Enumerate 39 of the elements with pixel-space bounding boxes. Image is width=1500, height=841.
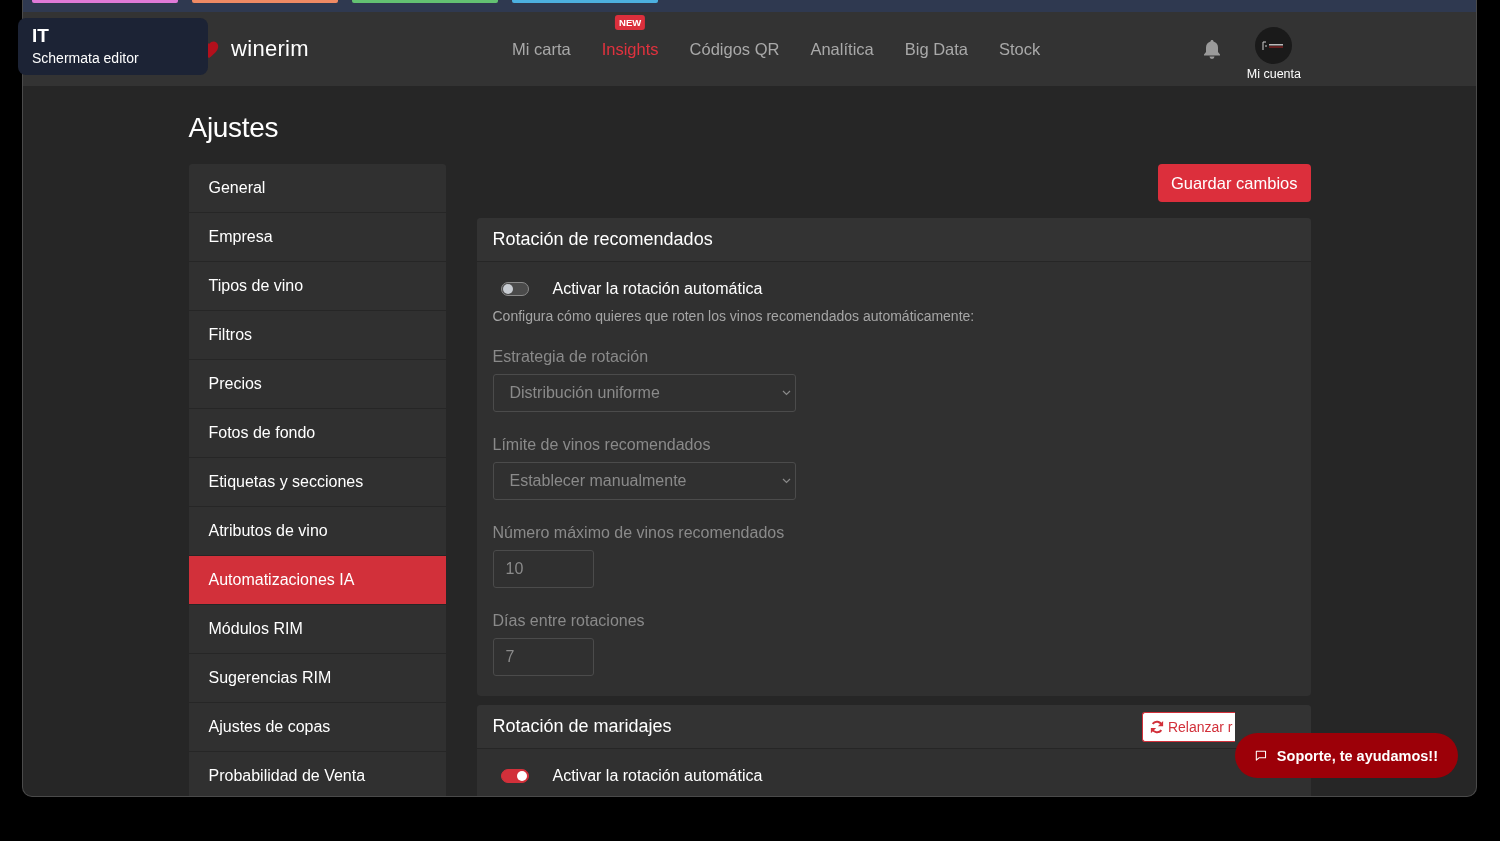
tooltip-subtitle: Schermata editor	[32, 50, 140, 66]
brand-name[interactable]: winerim	[231, 36, 309, 62]
nav-link[interactable]: Códigos QR	[689, 39, 780, 58]
page-title: Ajustes	[188, 112, 280, 144]
sidebar-item[interactable]: Automatizaciones IA	[188, 556, 446, 605]
card-title: Rotación de recomendados	[492, 229, 714, 250]
save-button[interactable]: Guardar cambios	[1157, 164, 1311, 202]
refresh-icon	[1149, 719, 1164, 734]
chevron-down-icon	[781, 390, 791, 396]
card-title: Rotación de maridajes	[492, 716, 673, 737]
toggle-switch[interactable]	[500, 769, 529, 783]
relaunch-button[interactable]: Relanzar r	[1141, 711, 1235, 742]
number-field[interactable]: 10	[492, 550, 594, 588]
notification-bell-icon[interactable]	[1202, 39, 1221, 59]
tooltip-title: IT	[32, 25, 50, 47]
nav-link[interactable]: Mi carta	[512, 39, 571, 58]
number-field[interactable]: 7	[492, 638, 594, 676]
browser-tab-marker[interactable]	[512, 0, 658, 3]
field-label: Número máximo de vinos recomendados	[492, 524, 786, 542]
new-badge: NEW	[615, 14, 646, 30]
toggle-label: Activar la rotación automática	[552, 280, 763, 298]
field-label: Límite de vinos recomendados	[492, 436, 712, 454]
browser-tab-marker[interactable]	[192, 0, 338, 3]
field-label: Días entre rotaciones	[492, 612, 646, 630]
select-field[interactable]: Distribución uniforme	[492, 374, 796, 412]
toggle-switch[interactable]	[500, 282, 529, 296]
support-button[interactable]: Soporte, te ayudamos!!	[1235, 733, 1458, 778]
account-label[interactable]: Mi cuenta	[1246, 67, 1301, 81]
chevron-down-icon	[781, 478, 791, 484]
browser-tab-marker[interactable]	[32, 0, 178, 3]
toggle-label: Activar la rotación automática	[552, 767, 763, 785]
account-avatar[interactable]	[1255, 27, 1293, 64]
nav-link[interactable]: Big Data	[904, 39, 969, 58]
description-text: Configura cómo quieres que roten los vinos recomendados automáticamente:	[492, 308, 976, 324]
nav-link[interactable]: Stock	[999, 39, 1041, 58]
browser-tab-marker[interactable]	[352, 0, 498, 3]
nav-link[interactable]: Analítica	[810, 39, 874, 58]
field-label: Estrategia de rotación	[492, 348, 650, 366]
select-field[interactable]: Establecer manualmente	[492, 462, 796, 500]
